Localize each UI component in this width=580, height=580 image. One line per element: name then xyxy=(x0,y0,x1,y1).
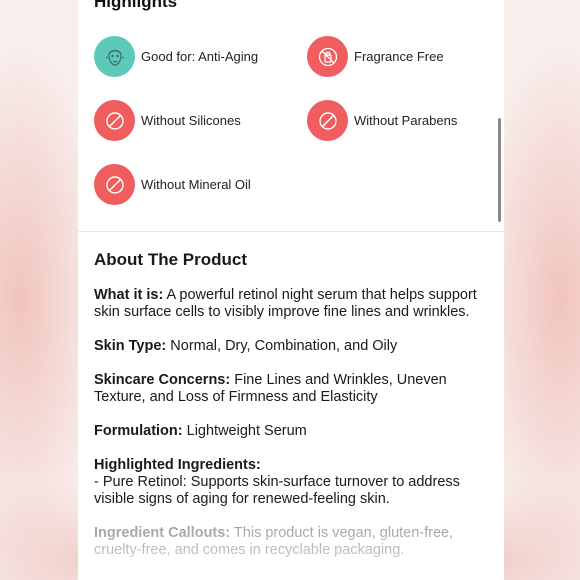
highlight-fragrance-free: Fragrance Free xyxy=(307,36,444,77)
highlighted-ingredients-label: Highlighted Ingredients: xyxy=(94,457,261,473)
face-icon xyxy=(94,36,135,77)
skincare-concerns-label: Skincare Concerns: xyxy=(94,372,231,388)
highlight-without-mineral-oil: Without Mineral Oil xyxy=(94,164,251,205)
about-title: About The Product xyxy=(94,250,247,269)
prohibited-icon xyxy=(94,100,135,141)
ingredient-callouts-label: Ingredient Callouts: xyxy=(94,525,231,541)
skin-type-label: Skin Type: xyxy=(94,338,167,354)
formulation-label: Formulation: xyxy=(94,423,183,439)
highlight-label: Good for: Anti-Aging xyxy=(141,49,259,64)
no-fragrance-icon xyxy=(307,36,348,77)
what-it-is-label: What it is: xyxy=(94,287,164,303)
what-it-is-paragraph: What it is: A powerful retinol night ser… xyxy=(94,287,488,321)
highlight-label: Without Parabens xyxy=(354,113,458,128)
skin-type-paragraph: Skin Type: Normal, Dry, Combination, and… xyxy=(94,338,488,355)
highlight-label: Without Mineral Oil xyxy=(141,177,251,192)
highlighted-ingredients-text: - Pure Retinol: Supports skin-surface tu… xyxy=(94,474,460,507)
about-product-section: About The Product What it is: A powerful… xyxy=(78,232,504,559)
highlight-label: Without Silicones xyxy=(141,113,241,128)
highlights-title: Highlights xyxy=(94,0,178,11)
ingredient-callouts-paragraph: Ingredient Callouts: This product is veg… xyxy=(94,525,488,559)
highlight-without-parabens: Without Parabens xyxy=(307,100,457,141)
skin-type-text: Normal, Dry, Combination, and Oily xyxy=(166,338,398,354)
formulation-paragraph: Formulation: Lightweight Serum xyxy=(94,423,488,440)
prohibited-icon xyxy=(307,100,348,141)
product-details-panel: Highlights Good for: Anti-Aging Fragranc… xyxy=(78,0,504,580)
highlighted-ingredients-paragraph: Highlighted Ingredients: - Pure Retinol:… xyxy=(94,457,488,508)
prohibited-icon xyxy=(94,164,135,205)
highlight-label: Fragrance Free xyxy=(354,49,444,64)
highlight-without-silicones: Without Silicones xyxy=(94,100,241,141)
highlight-anti-aging: Good for: Anti-Aging xyxy=(94,36,258,77)
scrollbar[interactable] xyxy=(498,118,501,222)
highlights-section: Highlights Good for: Anti-Aging Fragranc… xyxy=(78,0,504,232)
skincare-concerns-paragraph: Skincare Concerns: Fine Lines and Wrinkl… xyxy=(94,372,488,406)
formulation-text: Lightweight Serum xyxy=(182,423,307,439)
